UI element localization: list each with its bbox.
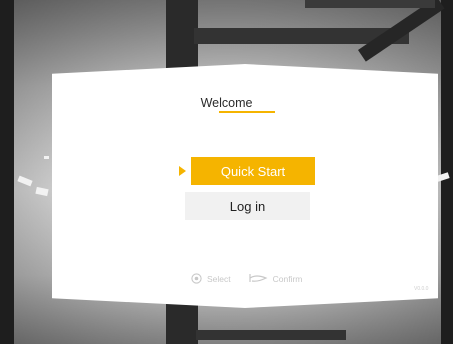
trackpad-circle-icon [191,273,202,284]
controller-hints: Select Confirm [191,273,302,284]
left-frame-edge [0,0,14,344]
upper-right-bar [305,0,435,8]
quick-start-button[interactable]: Quick Start [191,157,315,185]
bottom-beam [196,330,346,340]
version-label: V0.0.0 [414,286,429,292]
floating-fragment [44,156,49,159]
bottom-pillar [166,300,198,344]
title-underline [219,111,275,113]
controller-trigger-icon [248,273,268,284]
select-hint-label: Select [207,273,231,284]
log-in-button[interactable]: Log in [185,192,310,220]
selection-arrow-icon [179,166,186,176]
confirm-hint-label: Confirm [272,273,303,284]
panel-title: Welcome [200,96,253,110]
